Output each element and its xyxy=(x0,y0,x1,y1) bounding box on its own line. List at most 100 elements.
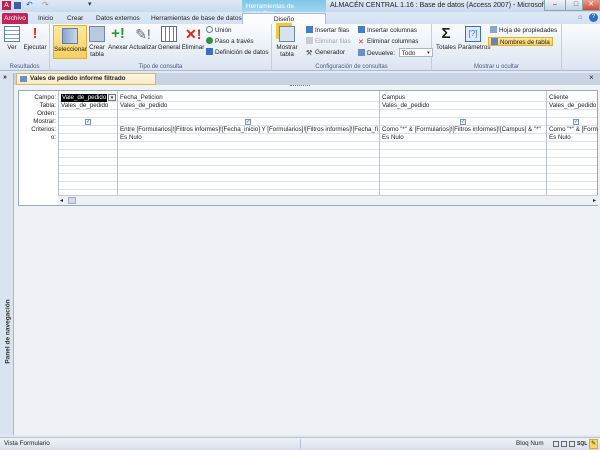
splitter-handle[interactable] xyxy=(290,85,310,87)
minimize-ribbon-icon[interactable]: ⌂ xyxy=(578,14,582,21)
nombres-label: Nombres de tabla xyxy=(500,39,550,46)
tab-datos-externos[interactable]: Datos externos xyxy=(96,13,140,24)
group-label: Tipo de consulta xyxy=(138,64,183,70)
union-button[interactable]: Unión xyxy=(206,26,231,35)
insertar-filas-label: Insertar filas xyxy=(315,27,350,34)
union-label: Unión xyxy=(215,27,232,34)
redo-icon[interactable]: ↷ xyxy=(42,0,49,9)
pivot-view-icon[interactable] xyxy=(569,441,575,447)
row-label-criterios: Criterios: xyxy=(31,126,56,133)
crear-tabla-label: Crear tabla xyxy=(89,44,105,58)
scroll-right-icon[interactable]: ▸ xyxy=(593,197,596,204)
grid-column[interactable]: Fecha_Peticion Vales_de_pedido ✓ Entre [… xyxy=(117,91,379,195)
ver-button[interactable]: Ver xyxy=(2,26,22,51)
show-checkbox[interactable]: ✓ xyxy=(85,119,91,125)
row-label-mostrar: Mostrar: xyxy=(33,118,56,125)
row-label-orden: Orden: xyxy=(37,110,56,117)
customize-toolbar-icon[interactable]: ▾ xyxy=(88,0,92,8)
grid-column[interactable]: Cliente Vales_de_pedido ✓ Como "*" & [Fo… xyxy=(546,91,598,195)
tab-archivo[interactable]: Archivo xyxy=(2,13,28,24)
show-checkbox[interactable]: ✓ xyxy=(573,119,579,125)
field-cell[interactable]: Cliente xyxy=(549,94,568,102)
eliminar-button[interactable]: ✕! Eliminar xyxy=(181,26,205,51)
criteria-cell[interactable]: Como "*" & [Formularios]![Filtros inform… xyxy=(549,126,598,134)
tab-diseno[interactable]: Diseño xyxy=(242,13,326,24)
insertar-columnas-button[interactable]: Insertar columnas xyxy=(358,26,417,35)
grid-column[interactable]: Campus Vales_de_pedido ✓ Como "*" & [For… xyxy=(379,91,546,195)
design-view-icon[interactable]: ✎ xyxy=(589,439,598,449)
devuelve-value: Todo xyxy=(401,50,416,57)
eliminar-filas-button[interactable]: Eliminar filas xyxy=(306,37,351,46)
tab-inicio[interactable]: Inicio xyxy=(38,13,53,24)
table-cell[interactable]: Vales_de_pedido xyxy=(382,102,429,110)
sql-view-button[interactable]: SQL xyxy=(577,438,587,450)
devuelve-select[interactable]: Todo ▾ xyxy=(398,48,433,57)
form-view-icon[interactable] xyxy=(553,441,559,447)
definicion-datos-button[interactable]: Definición de datos xyxy=(206,48,269,57)
scroll-thumb[interactable] xyxy=(68,197,76,204)
anexar-button[interactable]: +! Anexar xyxy=(107,26,129,52)
close-document-icon[interactable]: × xyxy=(589,73,594,82)
hoja-propiedades-button[interactable]: Hoja de propiedades xyxy=(490,26,557,35)
return-icon xyxy=(358,49,365,56)
field-cell[interactable]: Fecha_Peticion xyxy=(120,94,163,102)
query-icon xyxy=(20,76,27,82)
crear-tabla-button[interactable]: Crear tabla xyxy=(87,26,107,58)
devuelve-label: Devuelve: xyxy=(367,50,396,57)
row-label-tabla: Tabla: xyxy=(39,102,56,109)
totales-button[interactable]: Σ Totales xyxy=(434,26,458,52)
ejecutar-button[interactable]: ! Ejecutar xyxy=(22,26,48,52)
actualizar-button[interactable]: ✎! Actualizar xyxy=(129,26,157,51)
nav-pane-label: Panel de navegación xyxy=(4,299,12,364)
datasheet-view-icon[interactable] xyxy=(561,441,567,447)
scroll-left-icon[interactable]: ◂ xyxy=(60,197,63,204)
builder-icon: ⚒ xyxy=(306,50,313,57)
group-label: Resultados xyxy=(9,64,40,70)
ribbon: Ver ! Ejecutar Resultados Seleccionar Cre… xyxy=(0,24,600,71)
delete-rows-icon xyxy=(306,37,313,44)
expand-nav-icon[interactable]: » xyxy=(3,74,7,81)
actualizar-label: Actualizar xyxy=(129,44,157,51)
navigation-pane[interactable]: » Panel de navegación xyxy=(0,73,14,435)
help-icon[interactable]: ? xyxy=(589,13,598,22)
minimize-button[interactable]: – xyxy=(544,0,566,11)
make-table-icon xyxy=(89,26,105,42)
save-icon[interactable] xyxy=(14,2,21,9)
or-cell[interactable]: Es Nulo xyxy=(120,134,142,142)
or-cell[interactable]: Es Nulo xyxy=(549,134,571,142)
close-button[interactable]: ✕ xyxy=(582,0,600,11)
or-cell[interactable]: Es Nulo xyxy=(382,134,404,142)
nombres-tabla-button[interactable]: Nombres de tabla xyxy=(488,37,553,46)
document-tab[interactable]: Vales de pedido informe filtrado xyxy=(16,73,156,85)
grid-column[interactable]: Vale_de_pedido ▾ Vales_de_pedido ✓ xyxy=(58,91,117,195)
parameters-icon: [?] xyxy=(465,26,481,42)
horizontal-scrollbar[interactable]: ◂ ▸ xyxy=(58,195,598,205)
table-cell[interactable]: Vales_de_pedido xyxy=(61,102,108,110)
criteria-cell[interactable]: Como "*" & [Formularios]![Filtros inform… xyxy=(382,126,545,134)
eliminar-columnas-button[interactable]: ✕ Eliminar columnas xyxy=(358,37,418,46)
group-label: Mostrar u ocultar xyxy=(473,64,519,70)
tab-crear[interactable]: Crear xyxy=(67,13,83,24)
parametros-button[interactable]: [?] Parámetros xyxy=(458,26,491,51)
tab-herramientas-bd[interactable]: Herramientas de base de datos xyxy=(151,13,242,24)
definicion-label: Definición de datos xyxy=(215,49,269,56)
field-cell[interactable]: Campus xyxy=(382,94,405,102)
ribbon-tabs: Archivo Inicio Crear Datos externos Herr… xyxy=(0,12,600,24)
field-dropdown-icon[interactable]: ▾ xyxy=(108,94,116,101)
generador-button[interactable]: ⚒ Generador xyxy=(306,48,345,57)
show-checkbox[interactable]: ✓ xyxy=(460,119,466,125)
document-tab-label: Vales de pedido informe filtrado xyxy=(30,75,126,82)
paso-a-traves-button[interactable]: Paso a través xyxy=(206,37,254,46)
anexar-label: Anexar xyxy=(108,44,128,51)
criteria-cell[interactable]: Entre [Formularios]![Filtros informes]![… xyxy=(120,126,378,134)
table-cell[interactable]: Vales_de_pedido xyxy=(120,102,167,110)
seleccionar-button[interactable]: Seleccionar xyxy=(53,25,87,59)
insertar-filas-button[interactable]: Insertar filas xyxy=(306,26,349,35)
undo-icon[interactable]: ↶ xyxy=(26,0,33,9)
field-cell[interactable]: Vale_de_pedido xyxy=(61,94,108,102)
general-button[interactable]: General xyxy=(157,26,181,51)
table-cell[interactable]: Vales_de_pedido xyxy=(549,102,596,110)
show-checkbox[interactable]: ✓ xyxy=(245,119,251,125)
chevron-down-icon: ▾ xyxy=(427,50,430,56)
mostrar-tabla-button[interactable]: Mostrar tabla xyxy=(274,26,300,58)
